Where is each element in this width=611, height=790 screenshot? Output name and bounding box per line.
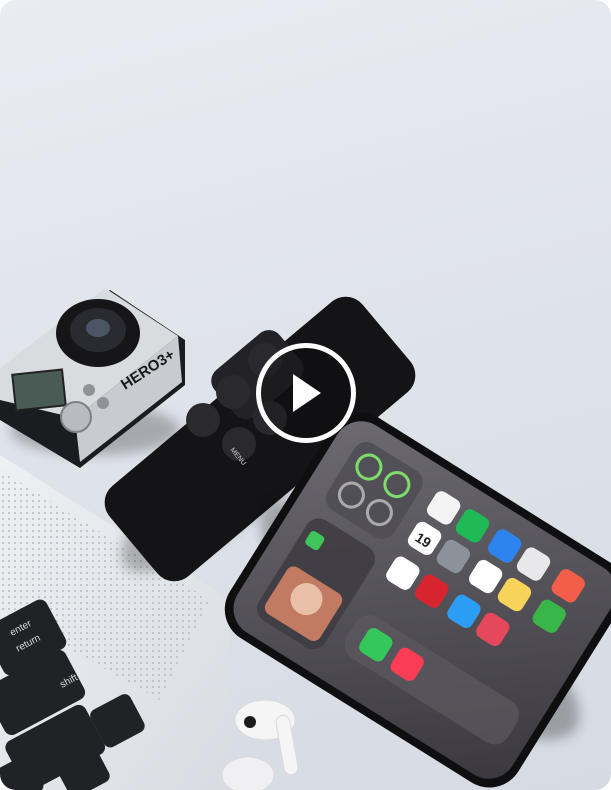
play-button[interactable] bbox=[256, 343, 356, 443]
action-camera: HERO3+ bbox=[0, 288, 185, 468]
earbuds bbox=[221, 699, 299, 790]
play-icon bbox=[293, 374, 321, 412]
video-thumbnail-card[interactable]: enter return shift HERO3+ MENU 19 bbox=[0, 0, 611, 790]
